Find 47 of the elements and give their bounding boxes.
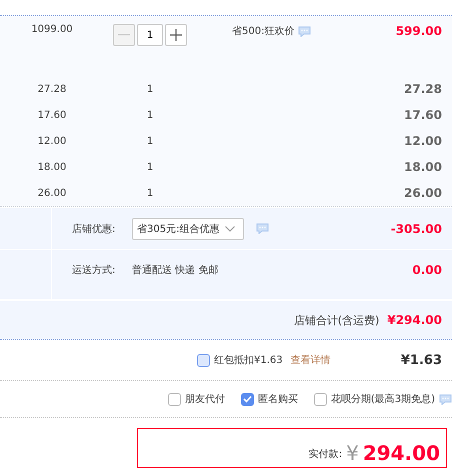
payment-amount: 294.00 (362, 441, 440, 465)
unit-price: 12.00 (36, 136, 68, 146)
item-total: 18.00 (404, 160, 443, 174)
details-link[interactable]: 查看详情 (290, 353, 331, 367)
checkbox[interactable] (197, 354, 210, 366)
item-total: 12.00 (404, 134, 443, 148)
chat-icon[interactable] (256, 223, 269, 234)
item-total: 17.60 (404, 108, 443, 122)
item-total: 26.00 (404, 186, 443, 200)
bonus-deduction-label: 红包抵扣¥1.63 (214, 354, 283, 367)
discount-select[interactable]: 省305元:组合优惠 (132, 218, 244, 240)
option-label: 花呗分期(最高3期免息) (330, 392, 435, 406)
option-label: 匿名购买 (258, 393, 298, 406)
quantity-field[interactable]: 1 (137, 24, 163, 46)
quantity: 1 (146, 136, 154, 146)
quantity: 1 (146, 110, 154, 120)
option-label: 朋友代付 (184, 393, 225, 406)
unit-price: 27.28 (36, 84, 68, 94)
minus-icon (118, 34, 130, 36)
discount-label: 店铺优惠: (72, 222, 116, 236)
unit-price: 26.00 (36, 188, 68, 198)
checkbox[interactable] (314, 392, 327, 406)
chat-icon[interactable] (298, 26, 312, 36)
payment-label: 实付款: (308, 448, 342, 461)
shop-total-label: 店铺合计(含运费) (294, 312, 380, 328)
unit-price: 1099.00 (30, 24, 74, 35)
checkbox[interactable] (240, 392, 254, 406)
shipping-method: 普通配送 快递 免邮 (132, 264, 218, 277)
deduction-amount: ¥1.63 (400, 352, 442, 368)
shop-total: ¥294.00 (387, 313, 442, 327)
shipping-label: 运送方式: (72, 264, 116, 277)
quantity: 1 (146, 84, 154, 94)
currency-sign: ¥ (346, 441, 359, 465)
chat-icon[interactable] (439, 394, 452, 404)
chevron-down-icon (225, 226, 236, 232)
discount-amount: -305.00 (390, 222, 442, 236)
quantity: 1 (146, 162, 154, 172)
increase-button[interactable] (165, 24, 187, 46)
unit-price: 18.00 (36, 162, 68, 172)
plus-icon (170, 29, 182, 41)
item-total: 27.28 (404, 82, 443, 96)
quantity: 1 (146, 188, 154, 198)
checkbox[interactable] (168, 392, 181, 406)
promo-text: 省500:狂欢价 (232, 24, 294, 38)
shipping-amount: 0.00 (412, 263, 442, 277)
unit-price: 17.60 (36, 110, 68, 120)
item-total: 599.00 (396, 24, 443, 38)
